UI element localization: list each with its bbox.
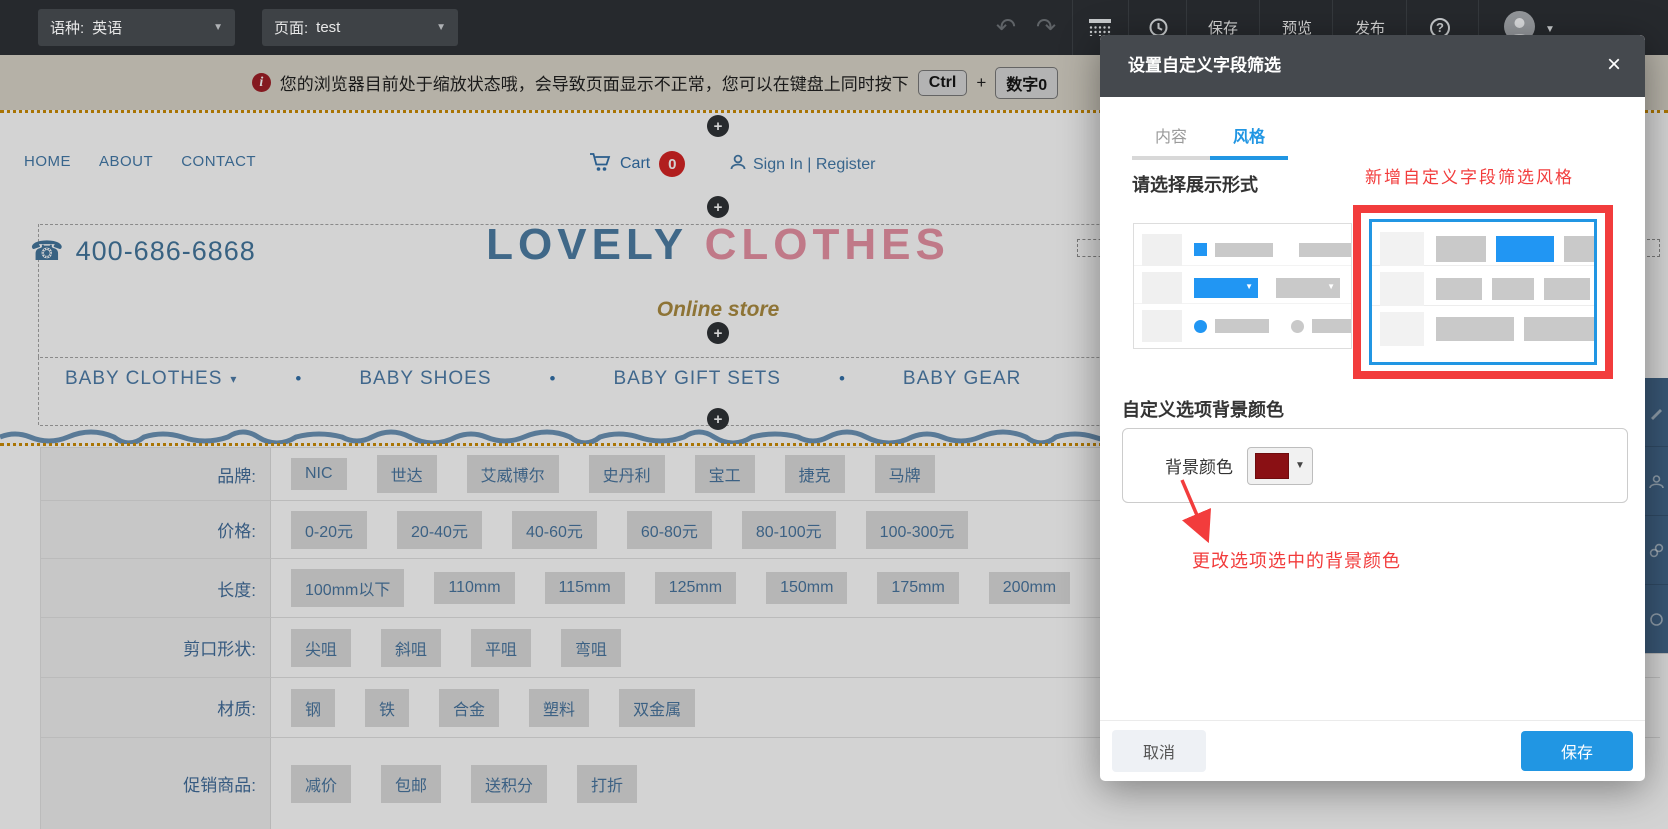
display-style-heading: 请选择展示形式 bbox=[1132, 171, 1258, 197]
custom-field-filter-modal: 设置自定义字段筛选 × 内容 风格 请选择展示形式 新增自定义字段筛选风格 bbox=[1100, 35, 1645, 781]
chevron-down-icon: ▼ bbox=[213, 22, 223, 33]
modal-title: 设置自定义字段筛选 bbox=[1128, 56, 1281, 75]
language-value: 英语 bbox=[92, 17, 122, 38]
option-bg-color-heading: 自定义选项背景颜色 bbox=[1122, 396, 1284, 422]
language-dropdown[interactable]: 语种: 英语 ▼ bbox=[38, 9, 235, 46]
close-icon[interactable]: × bbox=[1601, 52, 1627, 78]
redo-button[interactable]: ↷ bbox=[1028, 0, 1064, 55]
cancel-button[interactable]: 取消 bbox=[1112, 730, 1206, 772]
bg-color-label: 背景颜色 bbox=[1165, 453, 1233, 478]
style-option-2-selected[interactable] bbox=[1369, 219, 1597, 365]
color-swatch bbox=[1255, 453, 1289, 479]
language-label: 语种: bbox=[50, 17, 84, 38]
editor-screen: + + + + HOMEABOUTCONTACT Cart 0 Sign In … bbox=[0, 0, 1668, 829]
modal-header: 设置自定义字段筛选 × bbox=[1100, 35, 1645, 97]
tab-content[interactable]: 内容 bbox=[1132, 123, 1210, 160]
bg-color-picker[interactable]: ▼ bbox=[1247, 447, 1313, 485]
modal-tabs: 内容 风格 bbox=[1132, 123, 1288, 160]
modal-footer: 取消 保存 bbox=[1100, 720, 1645, 781]
annotation-change-bg: 更改选项选中的背景颜色 bbox=[1192, 547, 1401, 573]
undo-button[interactable]: ↶ bbox=[988, 0, 1024, 55]
page-label: 页面: bbox=[274, 17, 308, 38]
page-dropdown[interactable]: 页面: test ▼ bbox=[262, 9, 458, 46]
chevron-down-icon: ▼ bbox=[436, 22, 446, 33]
account-menu-caret[interactable]: ▼ bbox=[1545, 24, 1555, 35]
save-button[interactable]: 保存 bbox=[1521, 731, 1633, 771]
annotation-red-box bbox=[1353, 205, 1613, 379]
style-option-1[interactable] bbox=[1133, 223, 1352, 349]
annotation-arrow bbox=[1170, 477, 1226, 545]
chevron-down-icon: ▼ bbox=[1295, 460, 1305, 471]
page-value: test bbox=[316, 19, 340, 36]
annotation-new-style: 新增自定义字段筛选风格 bbox=[1365, 163, 1574, 188]
tab-style[interactable]: 风格 bbox=[1210, 123, 1288, 160]
